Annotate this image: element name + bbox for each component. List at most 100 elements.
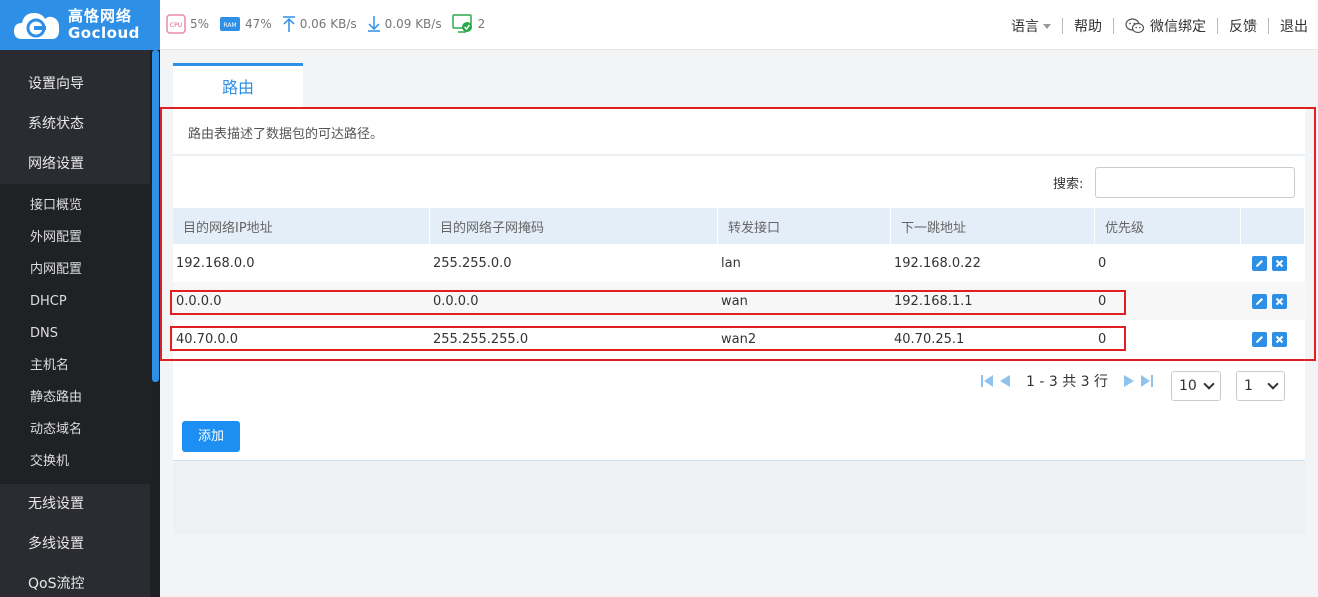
ram-value: 47% bbox=[245, 17, 272, 31]
header-interface[interactable]: 转发接口 bbox=[718, 208, 891, 244]
sidebar-subitem-wan-config[interactable]: 外网配置 bbox=[0, 222, 150, 254]
pagination: 1 - 3 共 3 行 bbox=[978, 371, 1156, 391]
header-actions bbox=[1241, 208, 1305, 244]
ram-stat: RAM 47% bbox=[219, 14, 272, 34]
language-menu[interactable]: 语言 bbox=[1000, 16, 1062, 36]
sidebar-item-wireless[interactable]: 无线设置 bbox=[0, 484, 160, 524]
ram-icon-label: RAM bbox=[223, 22, 236, 29]
pencil-icon bbox=[1256, 259, 1263, 267]
cell-dest-ip: 40.70.0.0 bbox=[176, 331, 239, 347]
sidebar-scrollbar-thumb[interactable] bbox=[152, 50, 159, 382]
route-panel: 路由表描述了数据包的可达路径。 搜索: 目的网络IP地址 目的网络子网掩码 转发… bbox=[173, 107, 1305, 461]
brand-logo[interactable]: 高恪网络 Gocloud bbox=[0, 0, 160, 50]
sidebar: 设置向导 系统状态 网络设置 接口概览 外网配置 内网配置 DHCP DNS 主… bbox=[0, 50, 160, 597]
download-arrow-icon bbox=[367, 16, 380, 32]
page-size-select[interactable]: 10 bbox=[1171, 371, 1221, 401]
sidebar-subitem-static-route[interactable]: 静态路由 bbox=[0, 382, 150, 414]
prev-page-button[interactable] bbox=[996, 372, 1014, 390]
header-priority[interactable]: 优先级 bbox=[1095, 208, 1241, 244]
edit-button[interactable] bbox=[1252, 255, 1267, 271]
sidebar-subitem-ddns[interactable]: 动态域名 bbox=[0, 414, 150, 446]
table-row: 40.70.0.0 255.255.255.0 wan2 40.70.25.1 … bbox=[173, 320, 1305, 358]
top-nav: 语言 帮助 微信绑定 反馈 退出 bbox=[1000, 16, 1308, 36]
pencil-icon bbox=[1256, 335, 1263, 343]
ram-icon: RAM bbox=[220, 17, 241, 31]
cell-interface: lan bbox=[721, 255, 741, 271]
upload-speed: 0.06 KB/s bbox=[299, 17, 357, 31]
feedback-link[interactable]: 反馈 bbox=[1218, 16, 1268, 36]
delete-button[interactable] bbox=[1272, 293, 1287, 309]
first-page-icon bbox=[981, 375, 993, 387]
sidebar-subitem-dhcp[interactable]: DHCP bbox=[0, 286, 150, 318]
sidebar-item-system-status[interactable]: 系统状态 bbox=[0, 104, 160, 144]
row-actions bbox=[1252, 255, 1292, 271]
sidebar-subitem-lan-config[interactable]: 内网配置 bbox=[0, 254, 150, 286]
system-stats: CPU 5% RAM 47% 0.06 KB/s 0.09 KB/s 2 bbox=[166, 14, 495, 34]
cell-interface: wan bbox=[721, 293, 748, 309]
panel-footer-area bbox=[173, 462, 1305, 534]
cell-priority: 0 bbox=[1098, 255, 1107, 271]
chevron-down-icon bbox=[1203, 378, 1215, 390]
sidebar-item-qos[interactable]: QoS流控 bbox=[0, 564, 160, 597]
sidebar-subitem-switch[interactable]: 交换机 bbox=[0, 446, 150, 478]
caret-down-icon bbox=[1043, 23, 1051, 29]
close-icon bbox=[1275, 335, 1284, 343]
language-label: 语言 bbox=[1011, 19, 1039, 35]
add-route-button[interactable]: 添加 bbox=[182, 421, 240, 452]
top-bar: 高恪网络 Gocloud CPU 5% RAM 47% 0.06 KB/s 0.… bbox=[0, 0, 1318, 50]
cell-interface: wan2 bbox=[721, 331, 757, 347]
table-row: 0.0.0.0 0.0.0.0 wan 192.168.1.1 0 bbox=[173, 282, 1305, 320]
sidebar-subitem-dns[interactable]: DNS bbox=[0, 318, 150, 350]
tab-route[interactable]: 路由 bbox=[173, 63, 303, 107]
delete-button[interactable] bbox=[1272, 331, 1287, 347]
delete-button[interactable] bbox=[1272, 255, 1287, 271]
last-page-icon bbox=[1141, 375, 1154, 387]
cpu-icon: CPU bbox=[166, 14, 186, 34]
cell-dest-mask: 255.255.0.0 bbox=[433, 255, 512, 271]
edit-button[interactable] bbox=[1252, 331, 1267, 347]
sidebar-item-setup-wizard[interactable]: 设置向导 bbox=[0, 64, 160, 104]
cell-dest-ip: 192.168.0.0 bbox=[176, 255, 255, 271]
upload-arrow-icon bbox=[282, 16, 295, 32]
row-actions bbox=[1252, 331, 1292, 347]
brand-name-cn: 高恪网络 bbox=[68, 7, 133, 25]
pencil-icon bbox=[1256, 297, 1263, 305]
download-speed: 0.09 KB/s bbox=[384, 17, 442, 31]
table-row: 192.168.0.0 255.255.0.0 lan 192.168.0.22… bbox=[173, 244, 1305, 282]
clients-count: 2 bbox=[477, 17, 486, 31]
next-page-button[interactable] bbox=[1120, 372, 1138, 390]
page-number-select[interactable]: 1 bbox=[1236, 371, 1285, 401]
sidebar-item-multiline[interactable]: 多线设置 bbox=[0, 524, 160, 564]
wechat-bind-label: 微信绑定 bbox=[1150, 19, 1206, 35]
cell-next-hop: 192.168.1.1 bbox=[894, 293, 973, 309]
search-label: 搜索: bbox=[1053, 177, 1084, 192]
sidebar-item-network-settings[interactable]: 网络设置 bbox=[0, 144, 160, 184]
help-link[interactable]: 帮助 bbox=[1063, 16, 1113, 36]
wechat-bind-link[interactable]: 微信绑定 bbox=[1114, 16, 1217, 36]
chevron-down-icon bbox=[1267, 378, 1279, 390]
search-input[interactable] bbox=[1095, 167, 1295, 198]
upload-stat: 0.06 KB/s bbox=[282, 15, 357, 33]
page-number-value: 1 bbox=[1244, 378, 1253, 394]
cell-priority: 0 bbox=[1098, 293, 1107, 309]
header-dest-mask[interactable]: 目的网络子网掩码 bbox=[430, 208, 718, 244]
close-icon bbox=[1275, 259, 1284, 267]
last-page-button[interactable] bbox=[1138, 372, 1156, 390]
table-header-row: 目的网络IP地址 目的网络子网掩码 转发接口 下一跳地址 优先级 bbox=[173, 208, 1305, 244]
edit-button[interactable] bbox=[1252, 293, 1267, 309]
monitor-check-icon bbox=[451, 14, 472, 33]
brand-name-en: Gocloud bbox=[68, 24, 140, 42]
route-description: 路由表描述了数据包的可达路径。 bbox=[188, 127, 384, 142]
cell-next-hop: 192.168.0.22 bbox=[894, 255, 981, 271]
clients-stat[interactable]: 2 bbox=[451, 14, 486, 34]
network-settings-submenu: 接口概览 外网配置 内网配置 DHCP DNS 主机名 静态路由 动态域名 交换… bbox=[0, 184, 150, 484]
logout-link[interactable]: 退出 bbox=[1269, 16, 1308, 36]
sidebar-subitem-interface-overview[interactable]: 接口概览 bbox=[0, 190, 150, 222]
sidebar-subitem-hostname[interactable]: 主机名 bbox=[0, 350, 150, 382]
header-dest-ip[interactable]: 目的网络IP地址 bbox=[173, 208, 430, 244]
header-next-hop[interactable]: 下一跳地址 bbox=[891, 208, 1095, 244]
prev-page-icon bbox=[1000, 375, 1010, 387]
first-page-button[interactable] bbox=[978, 372, 996, 390]
cell-dest-ip: 0.0.0.0 bbox=[176, 293, 222, 309]
pagination-summary: 1 - 3 共 3 行 bbox=[1026, 374, 1109, 390]
